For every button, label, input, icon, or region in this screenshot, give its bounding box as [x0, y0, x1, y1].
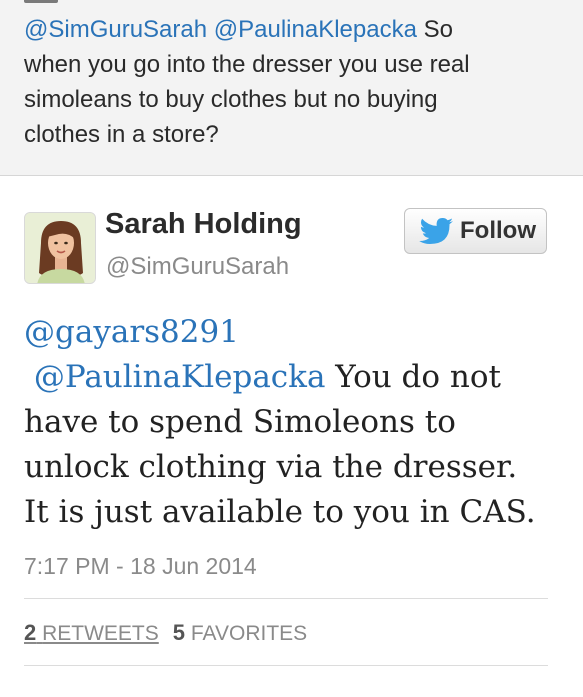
parent-mention-paulinaklepacka[interactable]: @PaulinaKlepacka — [214, 16, 417, 43]
parent-tweet-avatar-fragment — [24, 0, 58, 3]
favorites-count: 5 — [172, 620, 186, 645]
avatar-portrait-icon — [25, 213, 95, 283]
tweet-mention-paulinaklepacka[interactable]: @PaulinaKlepacka — [34, 359, 326, 395]
tweet-stats: 2 RETWEETS 5 FAVORITES — [24, 620, 307, 646]
favorites-label: FAVORITES — [190, 622, 308, 645]
parent-mention-simgurusarah[interactable]: @SimGuruSarah — [24, 16, 207, 43]
favorites-link[interactable]: 5 FAVORITES — [173, 620, 307, 646]
tweet-text-line-4: unlock clothing via the dresser. — [24, 449, 518, 485]
parent-tweet[interactable]: @SimGuruSarah @PaulinaKlepacka So when yo… — [0, 0, 583, 176]
tweet-text-line-5: It is just available to you in CAS. — [24, 494, 536, 530]
parent-text-line-1: So — [423, 16, 453, 43]
tweet-mention-gayars8291[interactable]: @gayars8291 — [24, 314, 239, 350]
twitter-bird-icon — [419, 218, 453, 244]
parent-tweet-text: @SimGuruSarah @PaulinaKlepacka So when yo… — [24, 12, 554, 152]
parent-text-line-2: when you go into the dresser you use rea… — [24, 51, 470, 78]
tweet-timestamp[interactable]: 7:17 PM - 18 Jun 2014 — [24, 553, 257, 580]
divider — [24, 598, 548, 599]
follow-button[interactable]: Follow — [404, 208, 547, 254]
parent-text-line-4: clothes in a store? — [24, 121, 219, 148]
retweets-link[interactable]: 2 RETWEETS — [24, 620, 159, 646]
divider — [24, 665, 548, 666]
tweet-text-line-2: You do not — [335, 359, 501, 395]
author-name[interactable]: Sarah Holding — [105, 208, 302, 241]
author-handle[interactable]: @SimGuruSarah — [106, 253, 289, 281]
retweets-label: RETWEETS — [42, 622, 159, 645]
tweet-text: @gayars8291 @PaulinaKlepacka You do not … — [24, 310, 569, 535]
author-avatar[interactable] — [24, 212, 96, 284]
tweet-text-line-3: have to spend Simoleons to — [24, 404, 456, 440]
parent-text-line-3: simoleans to buy clothes but no buying — [24, 86, 438, 113]
retweets-count: 2 — [24, 620, 37, 645]
follow-button-label: Follow — [460, 217, 536, 244]
